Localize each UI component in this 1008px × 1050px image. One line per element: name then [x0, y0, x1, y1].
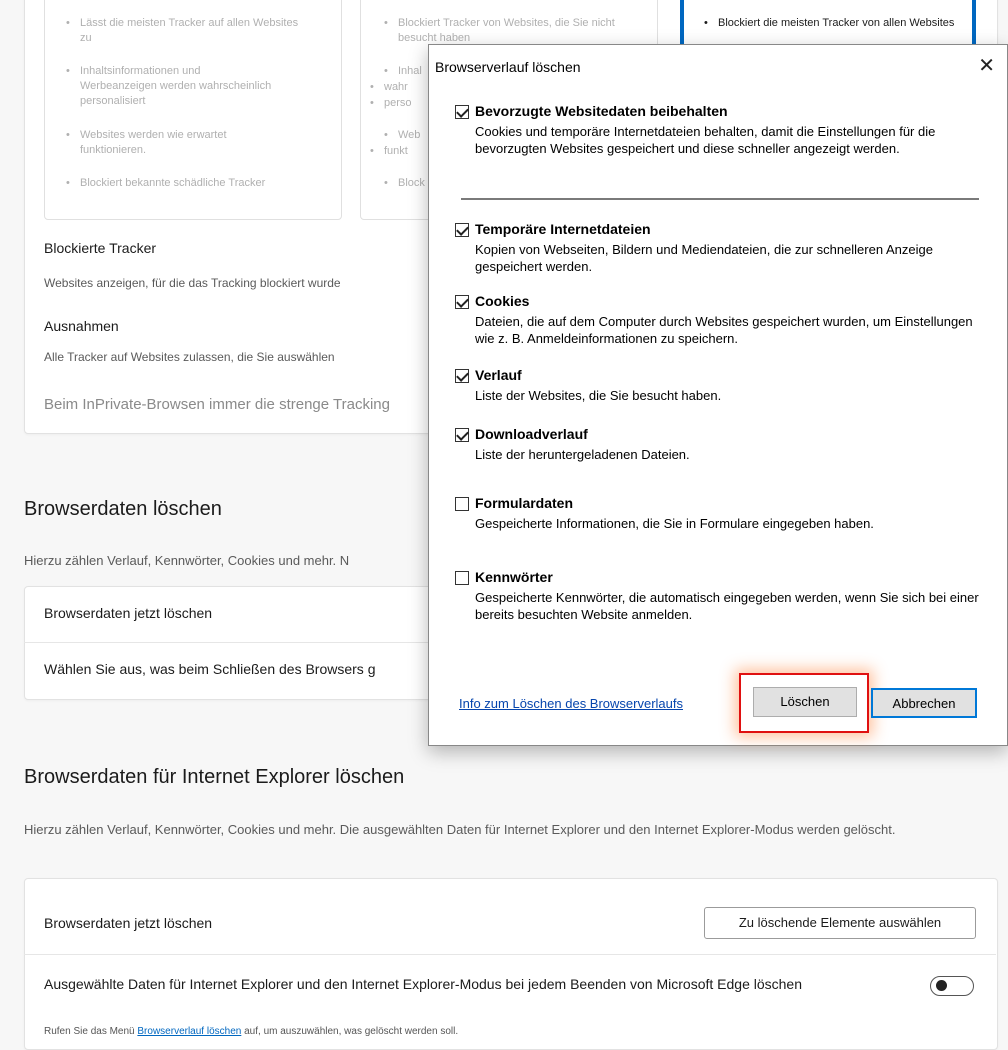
inprivate-strict-label: Beim InPrivate-Browsen immer die strenge… [44, 396, 390, 413]
option-download-history[interactable]: Downloadverlauf Liste der heruntergelade… [455, 426, 985, 466]
option-title: Bevorzugte Websitedaten beibehalten [475, 103, 728, 119]
option-desc: Liste der heruntergeladenen Dateien. [475, 447, 690, 462]
option-desc: Dateien, die auf dem Computer durch Webs… [475, 314, 973, 346]
tracking-basic-bullet: Websites werden wie erwartet funktionier… [66, 128, 280, 158]
exceptions-title[interactable]: Ausnahmen [44, 318, 119, 334]
clear-data-desc: Hierzu zählen Verlauf, Kennwörter, Cooki… [24, 553, 350, 568]
dialog-separator [461, 198, 979, 200]
option-desc: Gespeicherte Kennwörter, die automatisch… [475, 590, 979, 622]
clear-data-title: Browserdaten löschen [24, 498, 222, 520]
delete-button-highlight: Löschen [739, 673, 869, 733]
tracking-balanced-bullet: perso [370, 96, 411, 111]
option-desc: Gespeicherte Informationen, die Sie in F… [475, 516, 874, 531]
option-desc: Cookies und temporäre Internetdateien be… [475, 124, 936, 156]
ie-hint-suffix: auf, um auszuwählen, was gelöscht werden… [241, 1026, 459, 1037]
option-title: Cookies [475, 293, 530, 309]
info-clear-history-link[interactable]: Info zum Löschen des Browserverlaufs [459, 696, 683, 711]
dialog-title: Browserverlauf löschen [435, 59, 581, 75]
checkbox-checked[interactable] [455, 369, 469, 383]
toggle-knob [936, 980, 947, 991]
ie-clear-data-title: Browserdaten für Internet Explorer lösch… [24, 766, 405, 788]
tracking-balanced-bullet: Web [384, 128, 421, 143]
tracking-strict-bullet: Blockiert die meisten Tracker von allen … [704, 16, 968, 31]
checkbox-checked[interactable] [455, 295, 469, 309]
ie-clear-now-row: Browserdaten jetzt löschen [44, 915, 213, 931]
option-title: Verlauf [475, 367, 522, 383]
tracking-balanced-bullet: Inhal [384, 64, 422, 79]
ie-clear-on-exit-label: Ausgewählte Daten für Internet Explorer … [44, 976, 802, 992]
close-icon[interactable]: ✕ [978, 53, 995, 78]
delete-button[interactable]: Löschen [753, 687, 857, 717]
clear-history-dialog: Browserverlauf löschen ✕ Bevorzugte Webs… [428, 44, 1008, 746]
clear-data-now-row[interactable]: Browserdaten jetzt löschen [44, 605, 212, 621]
option-desc: Liste der Websites, die Sie besucht habe… [475, 388, 722, 403]
tracking-basic-bullet: Blockiert bekannte schädliche Tracker [66, 176, 340, 191]
ie-clear-data-card [24, 878, 998, 1050]
checkbox-checked[interactable] [455, 105, 469, 119]
checkbox-unchecked[interactable] [455, 571, 469, 585]
option-temp-files[interactable]: Temporäre Internetdateien Kopien von Web… [455, 221, 985, 281]
blocked-trackers-title[interactable]: Blockierte Tracker [44, 240, 156, 256]
divider [24, 954, 996, 955]
option-desc: Kopien von Webseiten, Bildern und Medien… [475, 242, 933, 274]
option-title: Kennwörter [475, 569, 553, 585]
option-title: Downloadverlauf [475, 426, 588, 442]
checkbox-checked[interactable] [455, 428, 469, 442]
option-title: Formulardaten [475, 495, 574, 511]
option-cookies[interactable]: Cookies Dateien, die auf dem Computer du… [455, 293, 985, 353]
option-history[interactable]: Verlauf Liste der Websites, die Sie besu… [455, 367, 985, 407]
tracking-balanced-bullet: funkt [370, 144, 408, 159]
option-title: Temporäre Internetdateien [475, 221, 651, 237]
tracking-strict-selected-indicator [972, 0, 976, 44]
blocked-trackers-desc: Websites anzeigen, für die das Tracking … [44, 276, 341, 290]
cancel-button[interactable]: Abbrechen [871, 688, 977, 718]
tracking-basic-bullet: Inhaltsinformationen und Werbeanzeigen w… [66, 64, 280, 109]
tracking-balanced-bullet: Block [384, 176, 425, 191]
checkbox-unchecked[interactable] [455, 497, 469, 511]
ie-clear-on-exit-toggle[interactable] [930, 976, 974, 996]
option-form-data[interactable]: Formulardaten Gespeicherte Informationen… [455, 495, 985, 535]
ie-clear-data-desc: Hierzu zählen Verlauf, Kennwörter, Cooki… [24, 822, 896, 837]
choose-items-to-delete-button[interactable]: Zu löschende Elemente auswählen [704, 907, 976, 939]
tracking-strict-selected-indicator [680, 0, 684, 44]
option-passwords[interactable]: Kennwörter Gespeicherte Kennwörter, die … [455, 569, 985, 629]
tracking-balanced-bullet: Blockiert Tracker von Websites, die Sie … [384, 16, 648, 46]
ie-hint: Rufen Sie das Menü Browserverlauf lösche… [44, 1026, 458, 1037]
option-preserve-favorites[interactable]: Bevorzugte Websitedaten beibehalten Cook… [455, 103, 985, 183]
clear-on-close-row[interactable]: Wählen Sie aus, was beim Schließen des B… [44, 661, 375, 677]
checkbox-checked[interactable] [455, 223, 469, 237]
ie-hint-prefix: Rufen Sie das Menü [44, 1026, 138, 1037]
tracking-basic-bullet: Lässt die meisten Tracker auf allen Webs… [66, 16, 310, 46]
exceptions-desc: Alle Tracker auf Websites zulassen, die … [44, 350, 335, 364]
clear-history-link[interactable]: Browserverlauf löschen [137, 1026, 241, 1037]
tracking-balanced-bullet: wahr [370, 80, 408, 95]
